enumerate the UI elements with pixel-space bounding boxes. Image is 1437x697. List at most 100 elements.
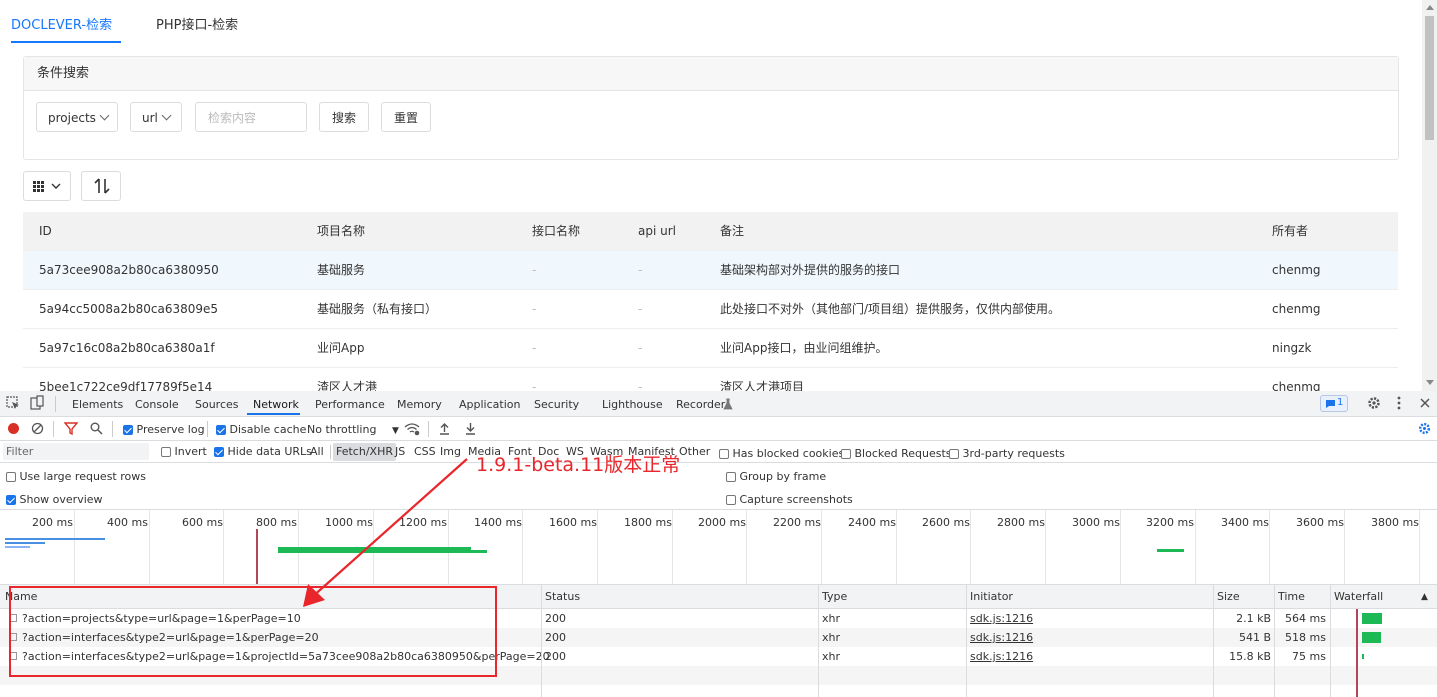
tab-elements[interactable]: Elements	[72, 398, 123, 411]
column-header-initiator[interactable]: Initiator	[970, 585, 1013, 609]
disable-cache-toggle[interactable]: Disable cache	[216, 423, 306, 436]
checkbox[interactable]	[6, 472, 16, 482]
column-header-project[interactable]: 项目名称	[317, 212, 365, 250]
row-remark: 此处接口不对外（其他部门/项目组）提供服务，仅供内部使用。	[720, 302, 1061, 316]
column-header-api-url[interactable]: api url	[638, 212, 676, 250]
tab-console[interactable]: Console	[135, 398, 179, 411]
field-select[interactable]: projects	[36, 102, 118, 132]
more-options-icon[interactable]	[1396, 396, 1402, 410]
third-party-toggle[interactable]: 3rd-party requests	[949, 447, 1065, 460]
checkbox[interactable]	[726, 472, 736, 482]
column-header-status[interactable]: Status	[545, 585, 580, 609]
tab-security[interactable]: Security	[534, 398, 579, 411]
column-header-waterfall[interactable]: Waterfall	[1334, 585, 1383, 609]
inspect-icon[interactable]	[6, 396, 20, 410]
checkbox-checked[interactable]	[216, 425, 226, 435]
export-har-icon[interactable]	[465, 422, 476, 435]
request-initiator[interactable]: sdk.js:1216	[970, 628, 1033, 647]
table-row[interactable]: 5bee1c722ce9df17789f5e14 渣区人才港 - - 渣区人才港…	[23, 368, 1398, 391]
capture-screenshots-label: Capture screenshots	[739, 493, 853, 506]
column-header-interface[interactable]: 接口名称	[532, 212, 580, 250]
group-by-frame-toggle[interactable]: Group by frame	[726, 470, 826, 483]
field-select-value: projects	[48, 111, 96, 125]
checkbox-checked[interactable]	[123, 425, 133, 435]
gear-icon[interactable]	[1367, 396, 1381, 410]
column-header-owner[interactable]: 所有者	[1272, 212, 1308, 250]
column-header-id[interactable]: ID	[39, 212, 52, 250]
overview-bar	[5, 546, 30, 548]
search-icon[interactable]	[90, 422, 103, 435]
sort-button[interactable]	[81, 171, 121, 201]
import-har-icon[interactable]	[439, 422, 450, 435]
preserve-log-toggle[interactable]: Preserve log	[123, 423, 205, 436]
search-button[interactable]: 搜索	[319, 102, 369, 132]
checkbox-checked[interactable]	[6, 495, 16, 505]
column-header-size[interactable]: Size	[1217, 585, 1240, 609]
request-size: 2.1 kB	[1236, 612, 1271, 625]
chevron-down-icon	[99, 110, 110, 121]
tab-application[interactable]: Application	[459, 398, 520, 411]
row-id: 5a73cee908a2b80ca6380950	[39, 263, 219, 277]
show-overview-toggle[interactable]: Show overview	[6, 493, 103, 506]
request-initiator[interactable]: sdk.js:1216	[970, 609, 1033, 628]
scroll-up-icon[interactable]	[1426, 5, 1434, 10]
tab-doclever-search[interactable]: DOCLEVER-检索	[11, 14, 112, 33]
checkbox[interactable]	[949, 449, 959, 459]
tab-lighthouse[interactable]: Lighthouse	[602, 398, 663, 411]
type-select[interactable]: url	[130, 102, 182, 132]
row-interface: -	[532, 341, 537, 355]
invert-toggle[interactable]: Invert	[161, 445, 207, 458]
tab-network[interactable]: Network	[253, 398, 299, 411]
row-owner: chenmg	[1272, 380, 1321, 391]
table-header: ID 项目名称 接口名称 api url 备注 所有者	[23, 212, 1398, 251]
grid-icon	[33, 181, 61, 192]
column-divider	[818, 584, 819, 697]
row-remark: 业问App接口，由业问组维护。	[720, 341, 888, 355]
column-toggle-button[interactable]	[23, 171, 71, 201]
page-scrollbar[interactable]	[1422, 0, 1437, 391]
network-conditions-icon[interactable]	[404, 422, 420, 436]
checkbox[interactable]	[726, 495, 736, 505]
filter-input[interactable]: Filter	[3, 443, 149, 460]
overview-tick-label: 2200 ms	[773, 516, 821, 529]
network-settings-icon[interactable]	[1418, 422, 1431, 435]
checkbox[interactable]	[161, 447, 171, 457]
overview-bar	[5, 542, 45, 544]
reset-button[interactable]: 重置	[381, 102, 431, 132]
tab-php-search[interactable]: PHP接口-检索	[156, 14, 238, 33]
filter-icon[interactable]	[64, 422, 78, 435]
checkbox[interactable]	[841, 449, 851, 459]
table-row[interactable]: 5a73cee908a2b80ca6380950 基础服务 - - 基础架构部对…	[23, 251, 1398, 290]
row-remark: 渣区人才港项目	[720, 380, 805, 391]
capture-screenshots-toggle[interactable]: Capture screenshots	[726, 493, 853, 506]
request-initiator[interactable]: sdk.js:1216	[970, 647, 1033, 666]
tab-recorder[interactable]: Recorder	[676, 398, 725, 411]
table-row[interactable]: 5a94cc5008a2b80ca63809e5 基础服务（私有接口） - - …	[23, 290, 1398, 329]
checkbox-checked[interactable]	[214, 447, 224, 457]
filter-type-other[interactable]: Other	[676, 443, 713, 461]
column-header-remark[interactable]: 备注	[720, 212, 744, 250]
tab-sources[interactable]: Sources	[195, 398, 239, 411]
large-rows-toggle[interactable]: Use large request rows	[6, 470, 146, 483]
column-header-type[interactable]: Type	[822, 585, 847, 609]
close-icon[interactable]	[1419, 397, 1431, 409]
checkbox[interactable]	[719, 449, 729, 459]
device-toggle-icon[interactable]	[29, 395, 45, 411]
tab-memory[interactable]: Memory	[397, 398, 442, 411]
filter-placeholder: Filter	[6, 445, 34, 458]
throttling-select[interactable]: No throttling ▼	[307, 423, 399, 436]
request-type: xhr	[822, 612, 841, 625]
has-blocked-cookies-toggle[interactable]: Has blocked cookies	[719, 447, 844, 460]
record-icon[interactable]	[7, 422, 20, 435]
tab-performance[interactable]: Performance	[315, 398, 385, 411]
table-row[interactable]: 5a97c16c08a2b80ca6380a1f 业问App - - 业问App…	[23, 329, 1398, 368]
overview-tick-label: 1600 ms	[549, 516, 597, 529]
keyword-input[interactable]: 检索内容	[195, 102, 307, 132]
scroll-down-icon[interactable]	[1426, 380, 1434, 385]
scrollbar-thumb[interactable]	[1425, 16, 1434, 140]
column-header-time[interactable]: Time	[1278, 585, 1305, 609]
sort-ascending-icon[interactable]: ▲	[1421, 585, 1428, 609]
blocked-requests-toggle[interactable]: Blocked Requests	[841, 447, 952, 460]
clear-icon[interactable]	[31, 422, 44, 435]
issues-button[interactable]: 1	[1320, 395, 1348, 412]
